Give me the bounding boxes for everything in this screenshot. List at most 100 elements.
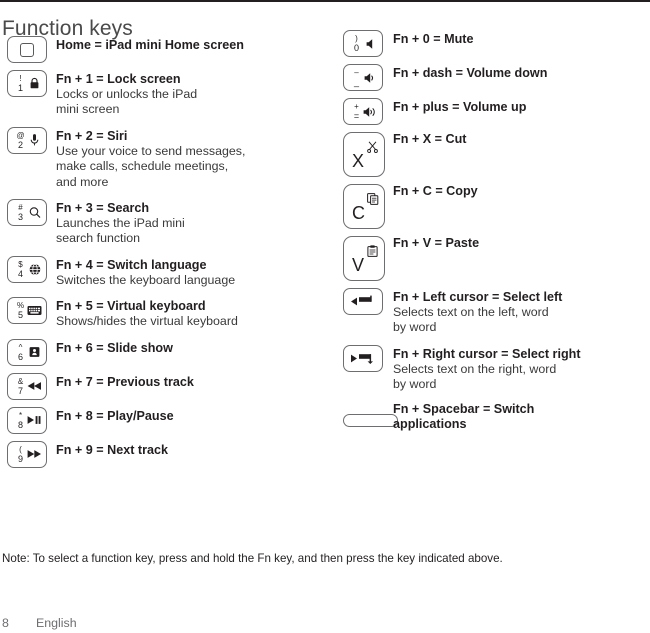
key-slot <box>7 36 47 63</box>
select-left-key[interactable] <box>343 288 383 315</box>
row-description: Use your voice to send messages, make ca… <box>56 143 246 189</box>
key-0[interactable]: ) 0 <box>343 30 383 57</box>
key-5[interactable]: % 5 <box>7 297 47 325</box>
row-text: Fn + 9 = Next track <box>56 443 168 458</box>
previous-track-icon <box>27 380 42 393</box>
row-title: Fn + Right cursor = Select right <box>393 346 581 361</box>
key-shift-char: & <box>17 376 24 386</box>
key-legend: + = <box>350 102 363 121</box>
key-base-char: 4 <box>17 268 23 279</box>
key-base-char: 9 <box>17 453 23 464</box>
row-description: Switches the keyboard language <box>56 272 236 287</box>
key-slot <box>343 288 383 315</box>
key-home[interactable] <box>7 36 47 63</box>
row-title: Fn + 9 = Next track <box>56 442 168 457</box>
key-slot: ! 1 <box>7 70 47 97</box>
key-slot: % 5 <box>7 297 47 325</box>
key-=[interactable]: + = <box>343 98 383 125</box>
slideshow-icon <box>27 346 42 359</box>
key-legend: – _ <box>350 68 363 87</box>
globe-icon <box>27 263 42 276</box>
row-text: Fn + X = Cut <box>393 132 466 147</box>
key-1[interactable]: ! 1 <box>7 70 47 97</box>
row-title: Fn + dash = Volume down <box>393 66 548 80</box>
microphone-icon <box>27 134 42 147</box>
select-right-key[interactable] <box>343 344 383 372</box>
key-slot <box>343 413 398 427</box>
page-top-rule <box>0 0 650 2</box>
play-pause-icon <box>27 414 42 427</box>
row-title: Fn + plus = Volume up <box>393 100 527 114</box>
row-title: Fn + 4 = Switch language <box>56 257 207 272</box>
row-text: Fn + 8 = Play/Pause <box>56 409 174 424</box>
paste-icon <box>366 244 379 257</box>
row-text: Fn + Right cursor = Select right Selects … <box>393 347 581 393</box>
row-title: Fn + V = Paste <box>393 236 480 250</box>
key-3[interactable]: #3 <box>7 199 47 226</box>
key-legend: % 5 <box>14 301 27 320</box>
row-text: Fn + 6 = Slide show <box>56 341 173 356</box>
row-description: Locks or unlocks the iPad mini screen <box>56 87 198 117</box>
key-slot: V <box>343 236 385 281</box>
key-legend: $4 <box>14 260 27 279</box>
scissors-icon <box>366 140 379 153</box>
key-slot: * 8 <box>7 406 47 434</box>
row-title: Fn + 3 = Search <box>56 201 150 215</box>
key-x[interactable]: X <box>343 132 385 177</box>
select-right-icon <box>350 351 376 365</box>
row-text: Fn + Spacebar = Switch applications <box>393 402 534 432</box>
row-description: Selects text on the right, word by word <box>393 361 557 392</box>
key-base-char: _ <box>353 77 359 87</box>
copy-icon <box>366 192 379 205</box>
mute-icon <box>363 37 378 50</box>
key-9[interactable]: (9 <box>7 440 47 468</box>
key-6[interactable]: ^ 6 <box>7 338 47 366</box>
key-4[interactable]: $4 <box>7 255 47 283</box>
row-title: Fn + Spacebar = Switch applications <box>393 401 535 431</box>
key-letter: X <box>352 151 365 171</box>
key-slot <box>343 344 383 372</box>
row-text: Fn + 0 = Mute <box>393 32 473 47</box>
key-slot: (9 <box>7 440 47 468</box>
row-text: Fn + Left cursor = Select left Selects te… <box>393 290 562 336</box>
row-title: Fn + 5 = Virtual keyboard <box>56 299 206 314</box>
key-spacebar[interactable] <box>343 413 398 427</box>
row-text: Fn + 2 = Siri Use your voice to send mess… <box>56 129 245 190</box>
key-2[interactable]: @2 <box>7 126 47 154</box>
volume-down-icon <box>363 71 378 84</box>
volume-up-icon <box>363 105 378 118</box>
key-slot: @2 <box>7 126 47 154</box>
key-slot: – _ <box>343 64 383 91</box>
key-shift-char: ^ <box>18 342 23 352</box>
select-left-icon <box>350 295 376 309</box>
key-legend: & 7 <box>14 377 27 396</box>
row-text: Fn + 4 = Switch language Switches the key… <box>56 258 235 288</box>
key-slot: & 7 <box>7 372 47 400</box>
row-description: Selects text on the left, word by word <box>393 305 549 335</box>
row-title: Fn + Left cursor = Select left <box>393 290 563 304</box>
row-title: Fn + 0 = Mute <box>393 32 474 46</box>
key-shift-char: * <box>18 410 23 420</box>
row-title: Fn + X = Cut <box>393 132 467 146</box>
key-base-char: 6 <box>17 351 23 362</box>
folio-number: 8 <box>2 616 9 630</box>
key-legend: * 8 <box>14 411 27 430</box>
key-shift-char: – <box>354 68 359 77</box>
key-base-char: 0 <box>353 43 359 53</box>
row-description: Launches the iPad mini search function <box>56 216 185 246</box>
key-base-char: 5 <box>17 310 23 321</box>
row-title: Fn + 2 = Siri <box>56 128 128 143</box>
key-8[interactable]: * 8 <box>7 406 47 434</box>
row-title: Fn + C = Copy <box>393 184 478 198</box>
key-c[interactable]: C <box>343 184 385 229</box>
key-7[interactable]: & 7 <box>7 372 47 400</box>
home-square-icon <box>20 42 34 57</box>
key-_[interactable]: – _ <box>343 64 383 91</box>
key-shift-char: $ <box>18 259 23 269</box>
key-legend: @2 <box>14 131 27 150</box>
row-text: Fn + C = Copy <box>393 184 478 199</box>
key-slot: + = <box>343 98 383 125</box>
key-base-char: 8 <box>17 419 23 430</box>
key-shift-char: + <box>354 102 359 111</box>
key-v[interactable]: V <box>343 236 385 281</box>
